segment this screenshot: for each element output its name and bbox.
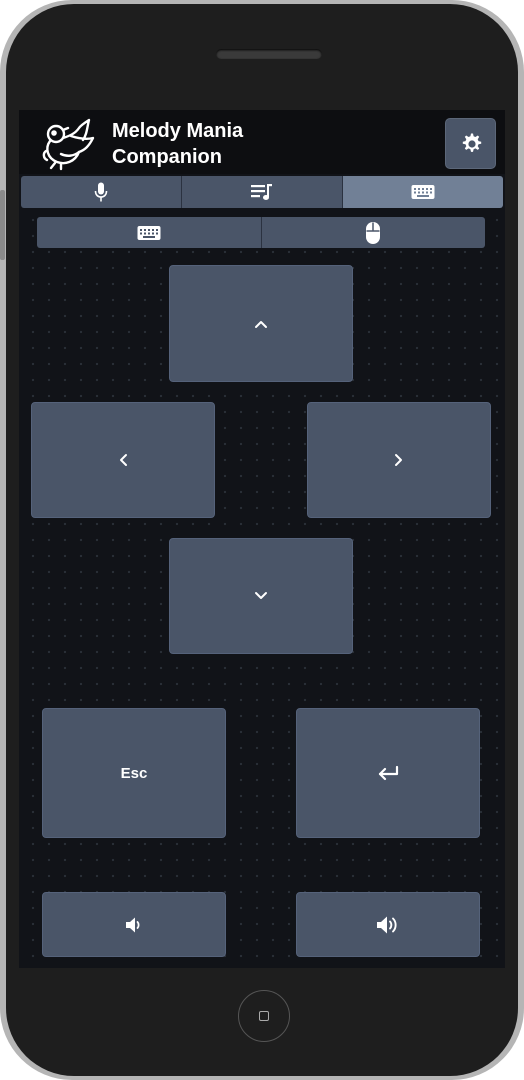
escape-key-label: Esc: [120, 764, 148, 782]
app-title-line1: Melody Mania: [112, 120, 244, 142]
volume-down-icon: [126, 917, 140, 932]
subtab-mouse[interactable]: [261, 217, 485, 248]
up-arrow-key[interactable]: [169, 265, 353, 382]
right-arrow-key[interactable]: [307, 402, 491, 518]
escape-key[interactable]: Esc: [42, 708, 226, 838]
mouse-icon: [366, 221, 381, 244]
down-arrow-key[interactable]: [169, 538, 353, 654]
tab-playlist[interactable]: [182, 176, 343, 208]
tab-microphone[interactable]: [21, 176, 182, 208]
settings-button[interactable]: [445, 118, 496, 169]
playlist-icon: [251, 184, 272, 200]
home-square-icon: [259, 1011, 269, 1021]
volume-up-key[interactable]: [296, 892, 480, 957]
chevron-right-icon: [395, 454, 402, 466]
phone-speaker: [216, 49, 322, 59]
chevron-left-icon: [120, 454, 127, 466]
volume-down-key[interactable]: [42, 892, 226, 957]
keyboard-icon: [137, 225, 161, 240]
subtab-keyboard[interactable]: [37, 217, 262, 248]
phone-home-button[interactable]: [238, 990, 290, 1042]
angel-bird-logo-icon: [42, 118, 95, 171]
app-title: Melody Mania Companion: [112, 118, 243, 170]
phone-frame: Melody Mania Companion Esc: [0, 0, 524, 1080]
app-title-line2: Companion: [112, 146, 222, 168]
gear-icon: [462, 133, 481, 152]
enter-key[interactable]: [296, 708, 480, 838]
input-mode-tabs: [37, 217, 485, 248]
main-tabs: [21, 176, 503, 208]
tab-keyboard[interactable]: [343, 176, 503, 208]
left-arrow-key[interactable]: [31, 402, 215, 518]
keyboard-icon: [411, 185, 435, 199]
app-screen: Melody Mania Companion Esc: [19, 110, 505, 968]
phone-side-button: [0, 190, 5, 260]
app-header: Melody Mania Companion: [19, 110, 505, 174]
enter-arrow-icon: [378, 765, 399, 781]
chevron-up-icon: [255, 320, 267, 328]
volume-up-icon: [377, 916, 397, 933]
chevron-down-icon: [255, 592, 267, 599]
microphone-icon: [94, 182, 108, 202]
